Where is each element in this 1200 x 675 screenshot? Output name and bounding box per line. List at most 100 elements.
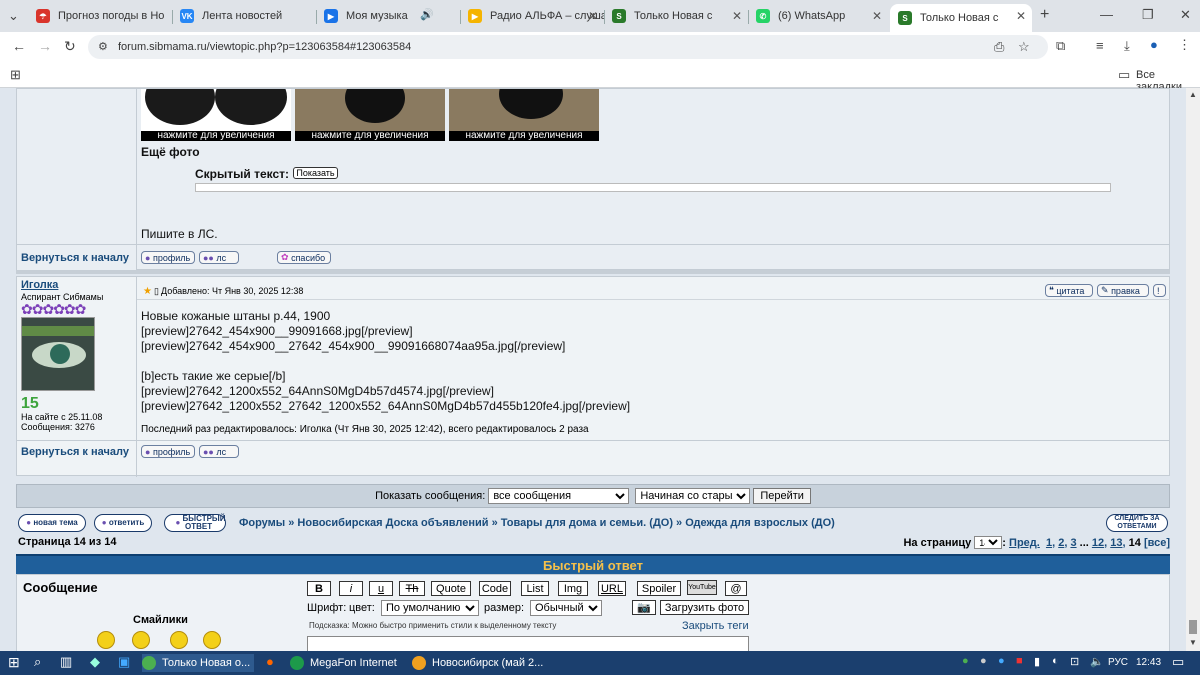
quick-reply-button[interactable]: ● БЫСТРЫЙ ОТВЕТ — [164, 514, 226, 532]
tray-icon[interactable]: ▮ — [1034, 655, 1040, 668]
star-icon[interactable]: ☆ — [1018, 39, 1030, 55]
pm-button[interactable]: ●● лс — [199, 445, 239, 458]
quote-button[interactable]: ❝ цитата — [1045, 284, 1093, 297]
url-button[interactable]: URL — [598, 581, 626, 596]
tab-radio[interactable]: ▶ Радио АЛЬФА – слуша ✕ — [460, 4, 604, 28]
tab-whatsapp[interactable]: ✆ (6) WhatsApp ✕ — [748, 4, 888, 28]
firefox-icon[interactable]: ● — [266, 654, 274, 669]
language-indicator[interactable]: РУС — [1108, 657, 1128, 668]
minimize-icon[interactable]: — — [1100, 7, 1113, 22]
notifications-icon[interactable]: ▭ — [1172, 654, 1184, 670]
color-select[interactable]: По умолчанию — [381, 600, 479, 616]
clock[interactable]: 12:43 — [1136, 657, 1161, 668]
back-to-top-link[interactable]: Вернуться к началу — [21, 252, 129, 264]
smiley-icon[interactable] — [170, 631, 188, 649]
page-link[interactable]: 13 — [1110, 537, 1122, 549]
breadcrumb-link[interactable]: Одежда для взрослых (ДО) — [685, 517, 835, 529]
page-link[interactable]: 3 — [1070, 537, 1076, 549]
restore-icon[interactable]: ❐ — [1142, 7, 1154, 23]
page-select[interactable]: 14 — [974, 536, 1003, 549]
order-select[interactable]: Начиная со старых — [635, 488, 751, 504]
scroll-thumb[interactable] — [1189, 620, 1197, 634]
reload-icon[interactable]: ↻ — [64, 38, 76, 55]
strike-button[interactable]: Th — [399, 581, 425, 596]
page-link[interactable]: 12 — [1092, 537, 1104, 549]
show-hidden-button[interactable]: Показать — [293, 167, 338, 179]
scroll-down-icon[interactable]: ▼ — [1189, 638, 1197, 647]
tray-icon[interactable]: ● — [998, 655, 1005, 667]
close-tags-link[interactable]: Закрыть теги — [682, 620, 749, 632]
prev-page-link[interactable]: Пред. — [1009, 537, 1040, 549]
close-icon[interactable]: ✕ — [732, 9, 742, 23]
task-view-icon[interactable]: ▥ — [60, 654, 72, 670]
thumbnail-photo[interactable]: нажмите для увеличения — [295, 89, 445, 141]
profile-icon[interactable]: ● — [1150, 37, 1158, 52]
close-icon[interactable]: ✕ — [872, 9, 882, 23]
edit-button[interactable]: ✎ правка — [1097, 284, 1149, 297]
new-topic-button[interactable]: ● новая тема — [18, 514, 86, 532]
camera-icon[interactable]: 📷 — [632, 600, 656, 615]
window-close-icon[interactable]: ✕ — [1180, 7, 1191, 23]
thumbnail-photo[interactable]: нажмите для увеличения — [449, 89, 599, 141]
filter-select[interactable]: все сообщения — [488, 488, 630, 504]
extensions-icon[interactable]: ⧉ — [1056, 38, 1065, 54]
tab-music[interactable]: ▶ Моя музыка 🔊 — [316, 4, 460, 28]
reply-button[interactable]: ● ответить — [94, 514, 152, 532]
thumbnail-photo[interactable]: нажмите для увеличения — [141, 89, 291, 141]
author-name[interactable]: Иголка — [21, 279, 58, 291]
tray-icon[interactable]: ● — [980, 655, 987, 667]
smiley-icon[interactable] — [203, 631, 221, 649]
close-icon[interactable]: ✕ — [588, 9, 598, 23]
tray-icon[interactable]: ◐ — [1052, 655, 1059, 667]
search-icon[interactable]: ⌕ — [34, 654, 41, 670]
volume-icon[interactable]: 🔈 — [1090, 655, 1104, 668]
report-button[interactable]: ! — [1153, 284, 1166, 297]
taskbar-item-chrome[interactable]: Только Новая о... — [142, 654, 254, 672]
img-button[interactable]: Img — [558, 581, 588, 596]
back-to-top-link[interactable]: Вернуться к началу — [21, 446, 129, 458]
tab-forum-1[interactable]: S Только Новая с ✕ — [604, 4, 748, 28]
scroll-up-icon[interactable]: ▲ — [1189, 90, 1197, 99]
forward-icon[interactable]: → — [38, 38, 52, 54]
breadcrumb-link[interactable]: Форумы — [239, 517, 285, 529]
watch-button[interactable]: СЛЕДИТЬ ЗА ОТВЕТАМИ — [1106, 514, 1168, 532]
breadcrumb-link[interactable]: Товары для дома и семьи. (ДО) — [501, 517, 673, 529]
media-icon[interactable]: ≡ — [1096, 38, 1104, 53]
page-link[interactable]: 1 — [1046, 537, 1052, 549]
mention-button[interactable]: @ — [725, 581, 747, 596]
network-icon[interactable]: ⊡ — [1070, 655, 1079, 668]
spoiler-button[interactable]: Spoiler — [637, 581, 681, 596]
install-icon[interactable]: ⎙ — [994, 39, 1004, 55]
page-link[interactable]: 2 — [1058, 537, 1064, 549]
underline-button[interactable]: u — [369, 581, 393, 596]
size-select[interactable]: Обычный — [530, 600, 602, 616]
page-scrollbar[interactable]: ▲ ▼ — [1186, 88, 1200, 651]
italic-button[interactable]: i — [339, 581, 363, 596]
upload-photo-button[interactable]: Загрузить фото — [660, 600, 749, 615]
message-textarea[interactable] — [307, 636, 749, 651]
app-icon[interactable]: ▣ — [118, 654, 130, 670]
code-button[interactable]: Code — [479, 581, 511, 596]
back-icon[interactable]: ← — [12, 38, 26, 54]
tray-icon[interactable]: ■ — [1016, 655, 1023, 667]
all-pages-link[interactable]: [все] — [1144, 537, 1170, 549]
new-tab-icon[interactable]: + — [1040, 6, 1049, 24]
windows-start-icon[interactable]: ⊞ — [8, 654, 20, 671]
tab-list-icon[interactable]: ⌄ — [8, 8, 19, 24]
close-icon[interactable]: ✕ — [1016, 9, 1026, 23]
breadcrumb-link[interactable]: Новосибирская Доска объявлений — [297, 517, 488, 529]
smiley-icon[interactable] — [132, 631, 150, 649]
thanks-button[interactable]: ✿ спасибо — [277, 251, 331, 264]
download-icon[interactable]: ⤓ — [1124, 38, 1130, 54]
go-button[interactable]: Перейти — [753, 488, 811, 504]
list-button[interactable]: List — [521, 581, 549, 596]
quote-format-button[interactable]: Quote — [431, 581, 471, 596]
youtube-button[interactable]: YouTube — [687, 580, 717, 595]
apps-icon[interactable]: ⊞ — [10, 67, 21, 83]
app-icon[interactable]: ◆ — [90, 654, 100, 670]
taskbar-item-megafon[interactable]: MegaFon Internet — [290, 654, 402, 672]
tab-forum-active[interactable]: S Только Новая с ✕ — [890, 4, 1032, 32]
tab-weather[interactable]: ☂ Прогноз погоды в Но — [28, 4, 172, 28]
smiley-icon[interactable] — [97, 631, 115, 649]
profile-button[interactable]: ● профиль — [141, 251, 195, 264]
